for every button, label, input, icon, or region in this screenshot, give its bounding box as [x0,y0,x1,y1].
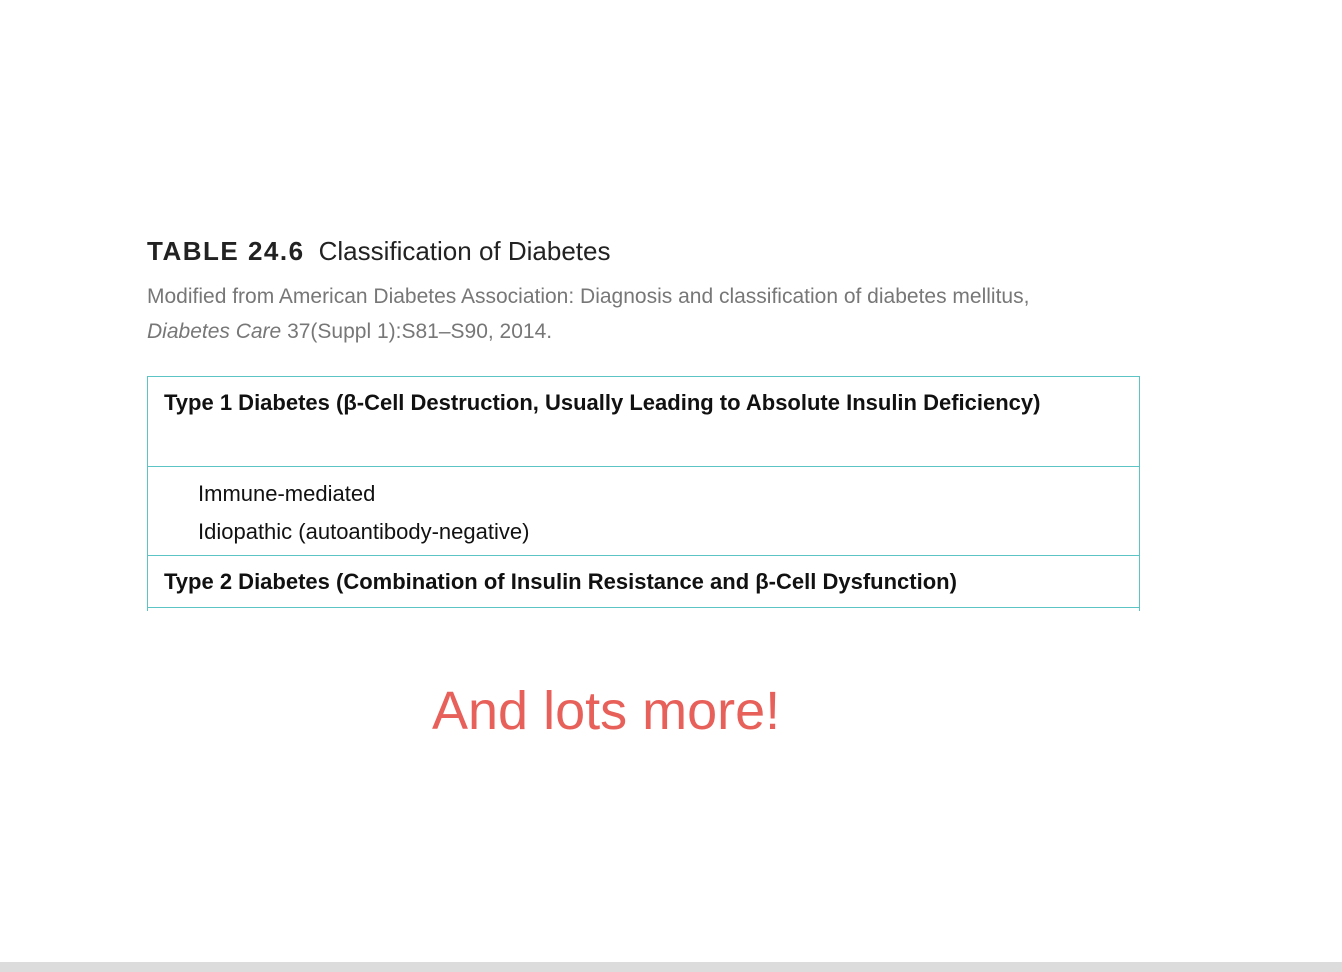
bottom-bar [0,962,1342,972]
journal-name: Diabetes Care [147,320,282,343]
citation-detail: 37(Suppl 1):S81–S90, 2014. [281,320,553,343]
citation: Modified from American Diabetes Associat… [147,279,1029,349]
table-row-type1-items: Immune-mediated Idiopathic (autoantibody… [148,467,1139,556]
callout-text: And lots more! [432,681,781,741]
table-number: TABLE 24.6 [147,236,305,266]
table-header-type2: Type 2 Diabetes (Combination of Insulin … [148,556,1139,608]
table-caption: TABLE 24.6 Classification of Diabetes [147,236,610,267]
table-title: Classification of Diabetes [318,236,611,266]
table-header-type1: Type 1 Diabetes (β-Cell Destruction, Usu… [148,377,1139,467]
classification-table: Type 1 Diabetes (β-Cell Destruction, Usu… [147,376,1140,611]
citation-line-1: Modified from American Diabetes Associat… [147,285,1030,308]
list-item: Immune-mediated [198,481,376,506]
list-item: Idiopathic (autoantibody-negative) [198,519,530,544]
citation-line-2: Diabetes Care 37(Suppl 1):S81–S90, 2014. [147,314,1029,349]
